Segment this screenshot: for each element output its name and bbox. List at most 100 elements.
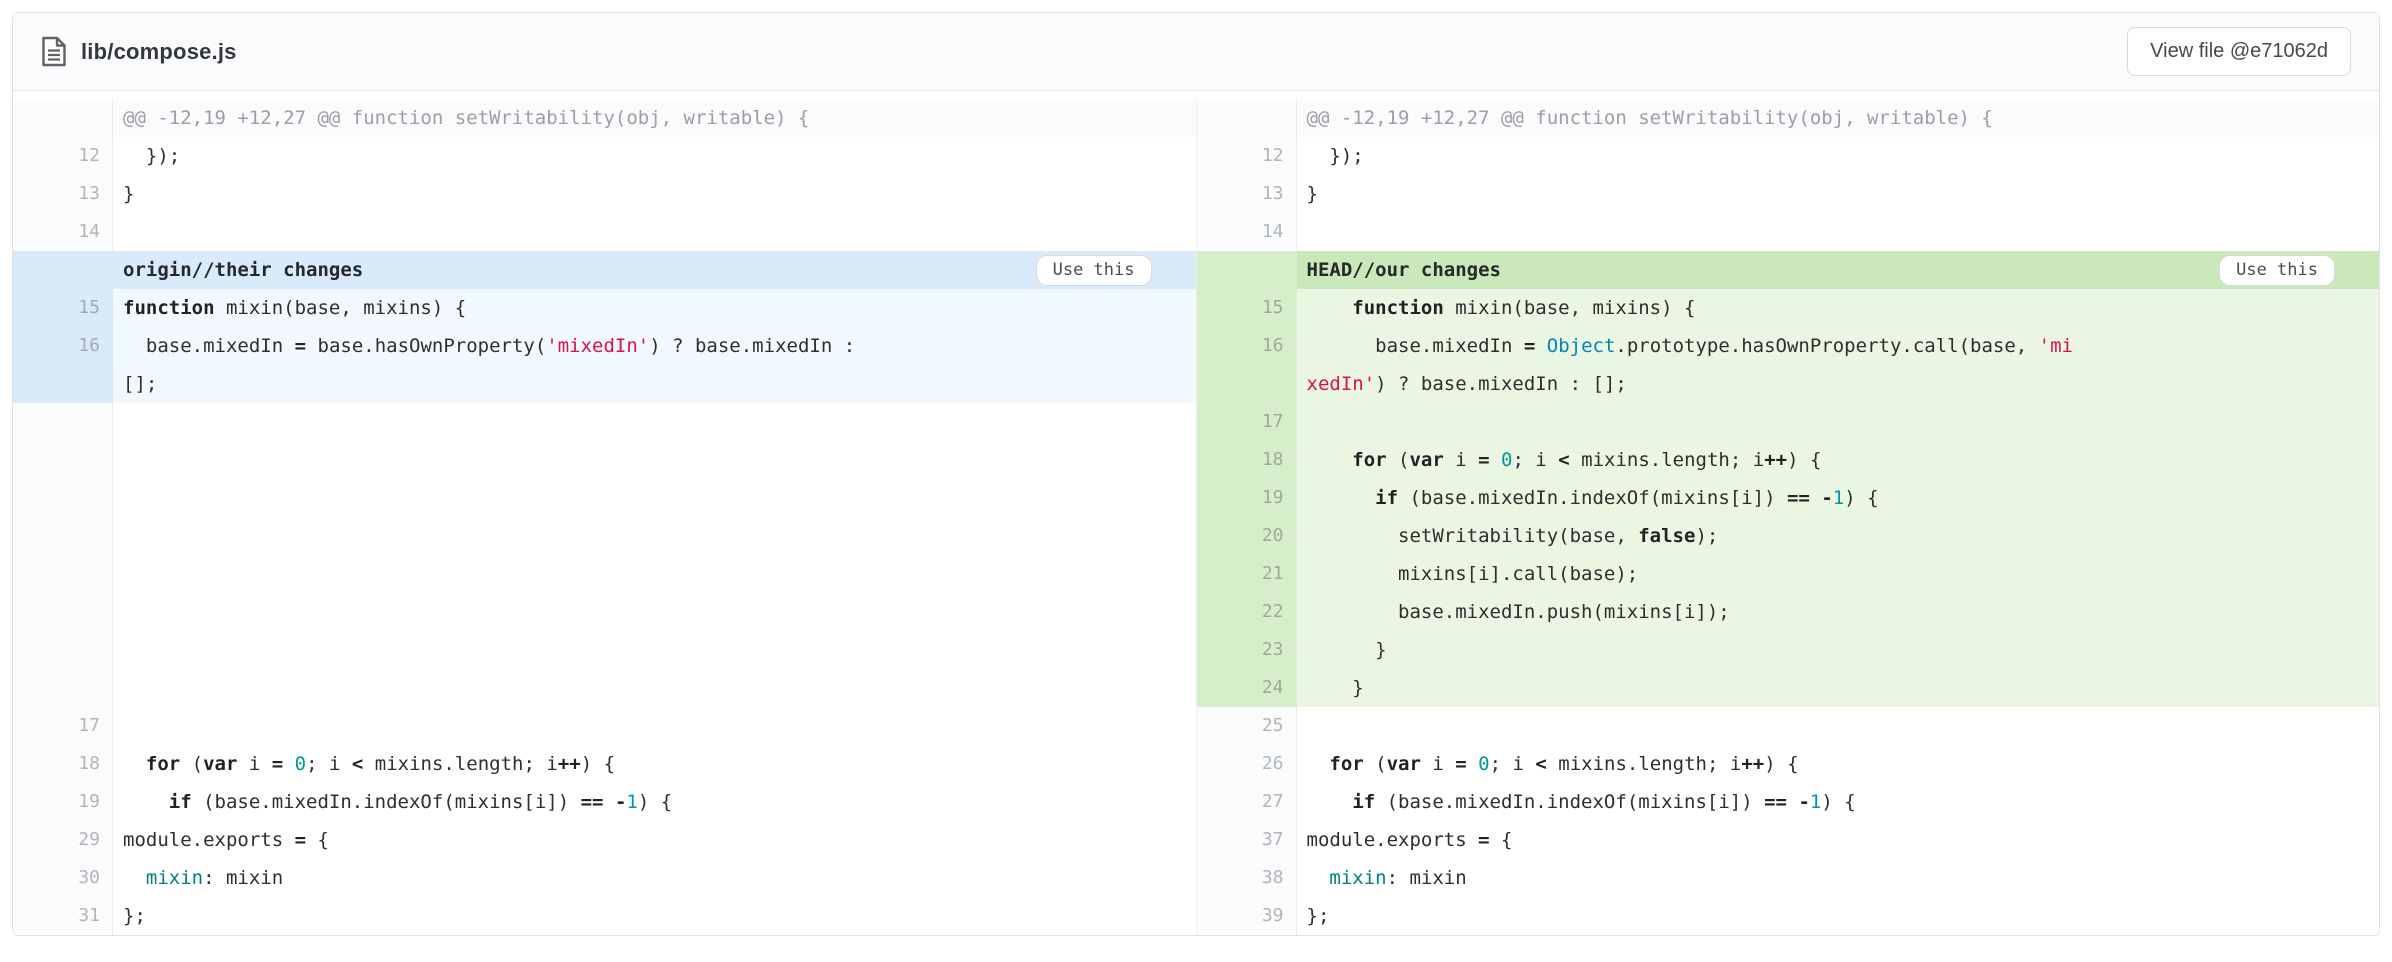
code-line: mixins[i].call(base); <box>1297 555 2380 593</box>
line-number: 23 <box>1197 631 1297 669</box>
hunk-header-row: @@ -12,19 +12,27 @@ function setWritabil… <box>1197 99 2380 137</box>
code-token: 0 <box>295 753 306 775</box>
conflict-gutter <box>1197 251 1297 289</box>
diff-pane-right: @@ -12,19 +12,27 @@ function setWritabil… <box>1196 99 2380 935</box>
hunk-gutter <box>13 99 113 137</box>
line-number: 25 <box>1197 707 1297 745</box>
code-line <box>1297 403 2380 441</box>
code-line-row: 24 } <box>1197 669 2380 707</box>
code-token: Object <box>1547 335 1616 357</box>
code-line-row: 29module.exports = { <box>13 821 1196 859</box>
conflict-header-row: origin//their changesUse this <box>13 251 1196 289</box>
code-line: function mixin(base, mixins) { <box>113 289 1196 327</box>
code-token: < <box>352 753 363 775</box>
line-number: 15 <box>1197 289 1297 327</box>
use-this-button[interactable]: Use this <box>1036 255 1152 286</box>
code-line: mixin: mixin <box>113 859 1196 897</box>
code-token: if <box>1375 487 1398 509</box>
code-token: for <box>1329 753 1363 775</box>
code-line-row: 14 <box>1197 213 2380 251</box>
code-line: } <box>1297 175 2380 213</box>
code-line-row: 27 if (base.mixedIn.indexOf(mixins[i]) =… <box>1197 783 2380 821</box>
line-number: 38 <box>1197 859 1297 897</box>
code-line: }); <box>1297 137 2380 175</box>
code-line <box>113 213 1196 251</box>
code-line <box>113 707 1196 745</box>
code-line: for (var i = 0; i < mixins.length; i++) … <box>113 745 1196 783</box>
line-number: 17 <box>13 707 113 745</box>
file-document-icon <box>41 36 67 67</box>
parallel-diff: @@ -12,19 +12,27 @@ function setWritabil… <box>13 91 2379 935</box>
code-token: ++ <box>1764 449 1787 471</box>
code-line: }; <box>1297 897 2380 935</box>
code-token: - <box>1798 791 1809 813</box>
line-number: 13 <box>1197 175 1297 213</box>
code-token: 1 <box>626 791 637 813</box>
code-line: base.mixedIn = Object.prototype.hasOwnPr… <box>1297 327 2380 403</box>
hunk-header-row: @@ -12,19 +12,27 @@ function setWritabil… <box>13 99 1196 137</box>
code-line: if (base.mixedIn.indexOf(mixins[i]) == -… <box>113 783 1196 821</box>
code-line: }); <box>113 137 1196 175</box>
use-this-button[interactable]: Use this <box>2219 255 2335 286</box>
code-token: mixin <box>146 867 203 889</box>
code-line-row: 23 } <box>1197 631 2380 669</box>
code-token: 'mixedIn' <box>546 335 649 357</box>
code-line <box>1297 213 2380 251</box>
code-line-row: 39}; <box>1197 897 2380 935</box>
code-line-row: 12 }); <box>13 137 1196 175</box>
code-token: == <box>1787 487 1810 509</box>
code-token: for <box>146 753 180 775</box>
code-line: base.mixedIn.push(mixins[i]); <box>1297 593 2380 631</box>
code-token: if <box>169 791 192 813</box>
code-line-row: 30 mixin: mixin <box>13 859 1196 897</box>
code-token: 0 <box>1478 753 1489 775</box>
code-token: = <box>1478 449 1489 471</box>
line-number: 14 <box>1197 213 1297 251</box>
code-token: for <box>1352 449 1386 471</box>
file-diff-container: lib/compose.js View file @e71062d @@ -12… <box>12 12 2380 936</box>
line-number: 15 <box>13 289 113 327</box>
code-line-row: 26 for (var i = 0; i < mixins.length; i+… <box>1197 745 2380 783</box>
conflict-header-row: HEAD//our changesUse this <box>1197 251 2380 289</box>
code-token: = <box>272 753 283 775</box>
code-token: < <box>1535 753 1546 775</box>
code-token: == <box>581 791 604 813</box>
code-token: 1 <box>1810 791 1821 813</box>
code-token: = <box>1524 335 1535 357</box>
line-number: 29 <box>13 821 113 859</box>
line-number: 37 <box>1197 821 1297 859</box>
spacer-gutter <box>13 403 113 707</box>
code-line-row: 31}; <box>13 897 1196 935</box>
line-number: 16 <box>13 327 113 403</box>
code-line: setWritability(base, false); <box>1297 517 2380 555</box>
line-number: 17 <box>1197 403 1297 441</box>
code-line: function mixin(base, mixins) { <box>1297 289 2380 327</box>
code-line-row: 38 mixin: mixin <box>1197 859 2380 897</box>
code-line-row: 12 }); <box>1197 137 2380 175</box>
conflict-header: HEAD//our changesUse this <box>1297 251 2380 289</box>
code-line-row: 17 <box>1197 403 2380 441</box>
code-line: for (var i = 0; i < mixins.length; i++) … <box>1297 745 2380 783</box>
code-token: function <box>123 297 215 319</box>
code-token: = <box>1455 753 1466 775</box>
file-title: lib/compose.js <box>81 39 237 65</box>
line-number: 24 <box>1197 669 1297 707</box>
line-number: 20 <box>1197 517 1297 555</box>
code-token: = <box>295 335 306 357</box>
view-file-button[interactable]: View file @e71062d <box>2127 27 2351 76</box>
code-line: base.mixedIn = base.hasOwnProperty('mixe… <box>113 327 1196 403</box>
line-number: 26 <box>1197 745 1297 783</box>
hunk-header-text: @@ -12,19 +12,27 @@ function setWritabil… <box>113 99 1196 137</box>
conflict-header: origin//their changesUse this <box>113 251 1196 289</box>
line-number: 18 <box>13 745 113 783</box>
line-number: 21 <box>1197 555 1297 593</box>
line-number: 39 <box>1197 897 1297 935</box>
hunk-gutter <box>1197 99 1297 137</box>
conflict-gutter <box>13 251 113 289</box>
code-token: ++ <box>1741 753 1764 775</box>
code-token: - <box>1821 487 1832 509</box>
code-line: module.exports = { <box>1297 821 2380 859</box>
code-line: if (base.mixedIn.indexOf(mixins[i]) == -… <box>1297 783 2380 821</box>
code-line: } <box>113 175 1196 213</box>
code-token: function <box>1352 297 1444 319</box>
